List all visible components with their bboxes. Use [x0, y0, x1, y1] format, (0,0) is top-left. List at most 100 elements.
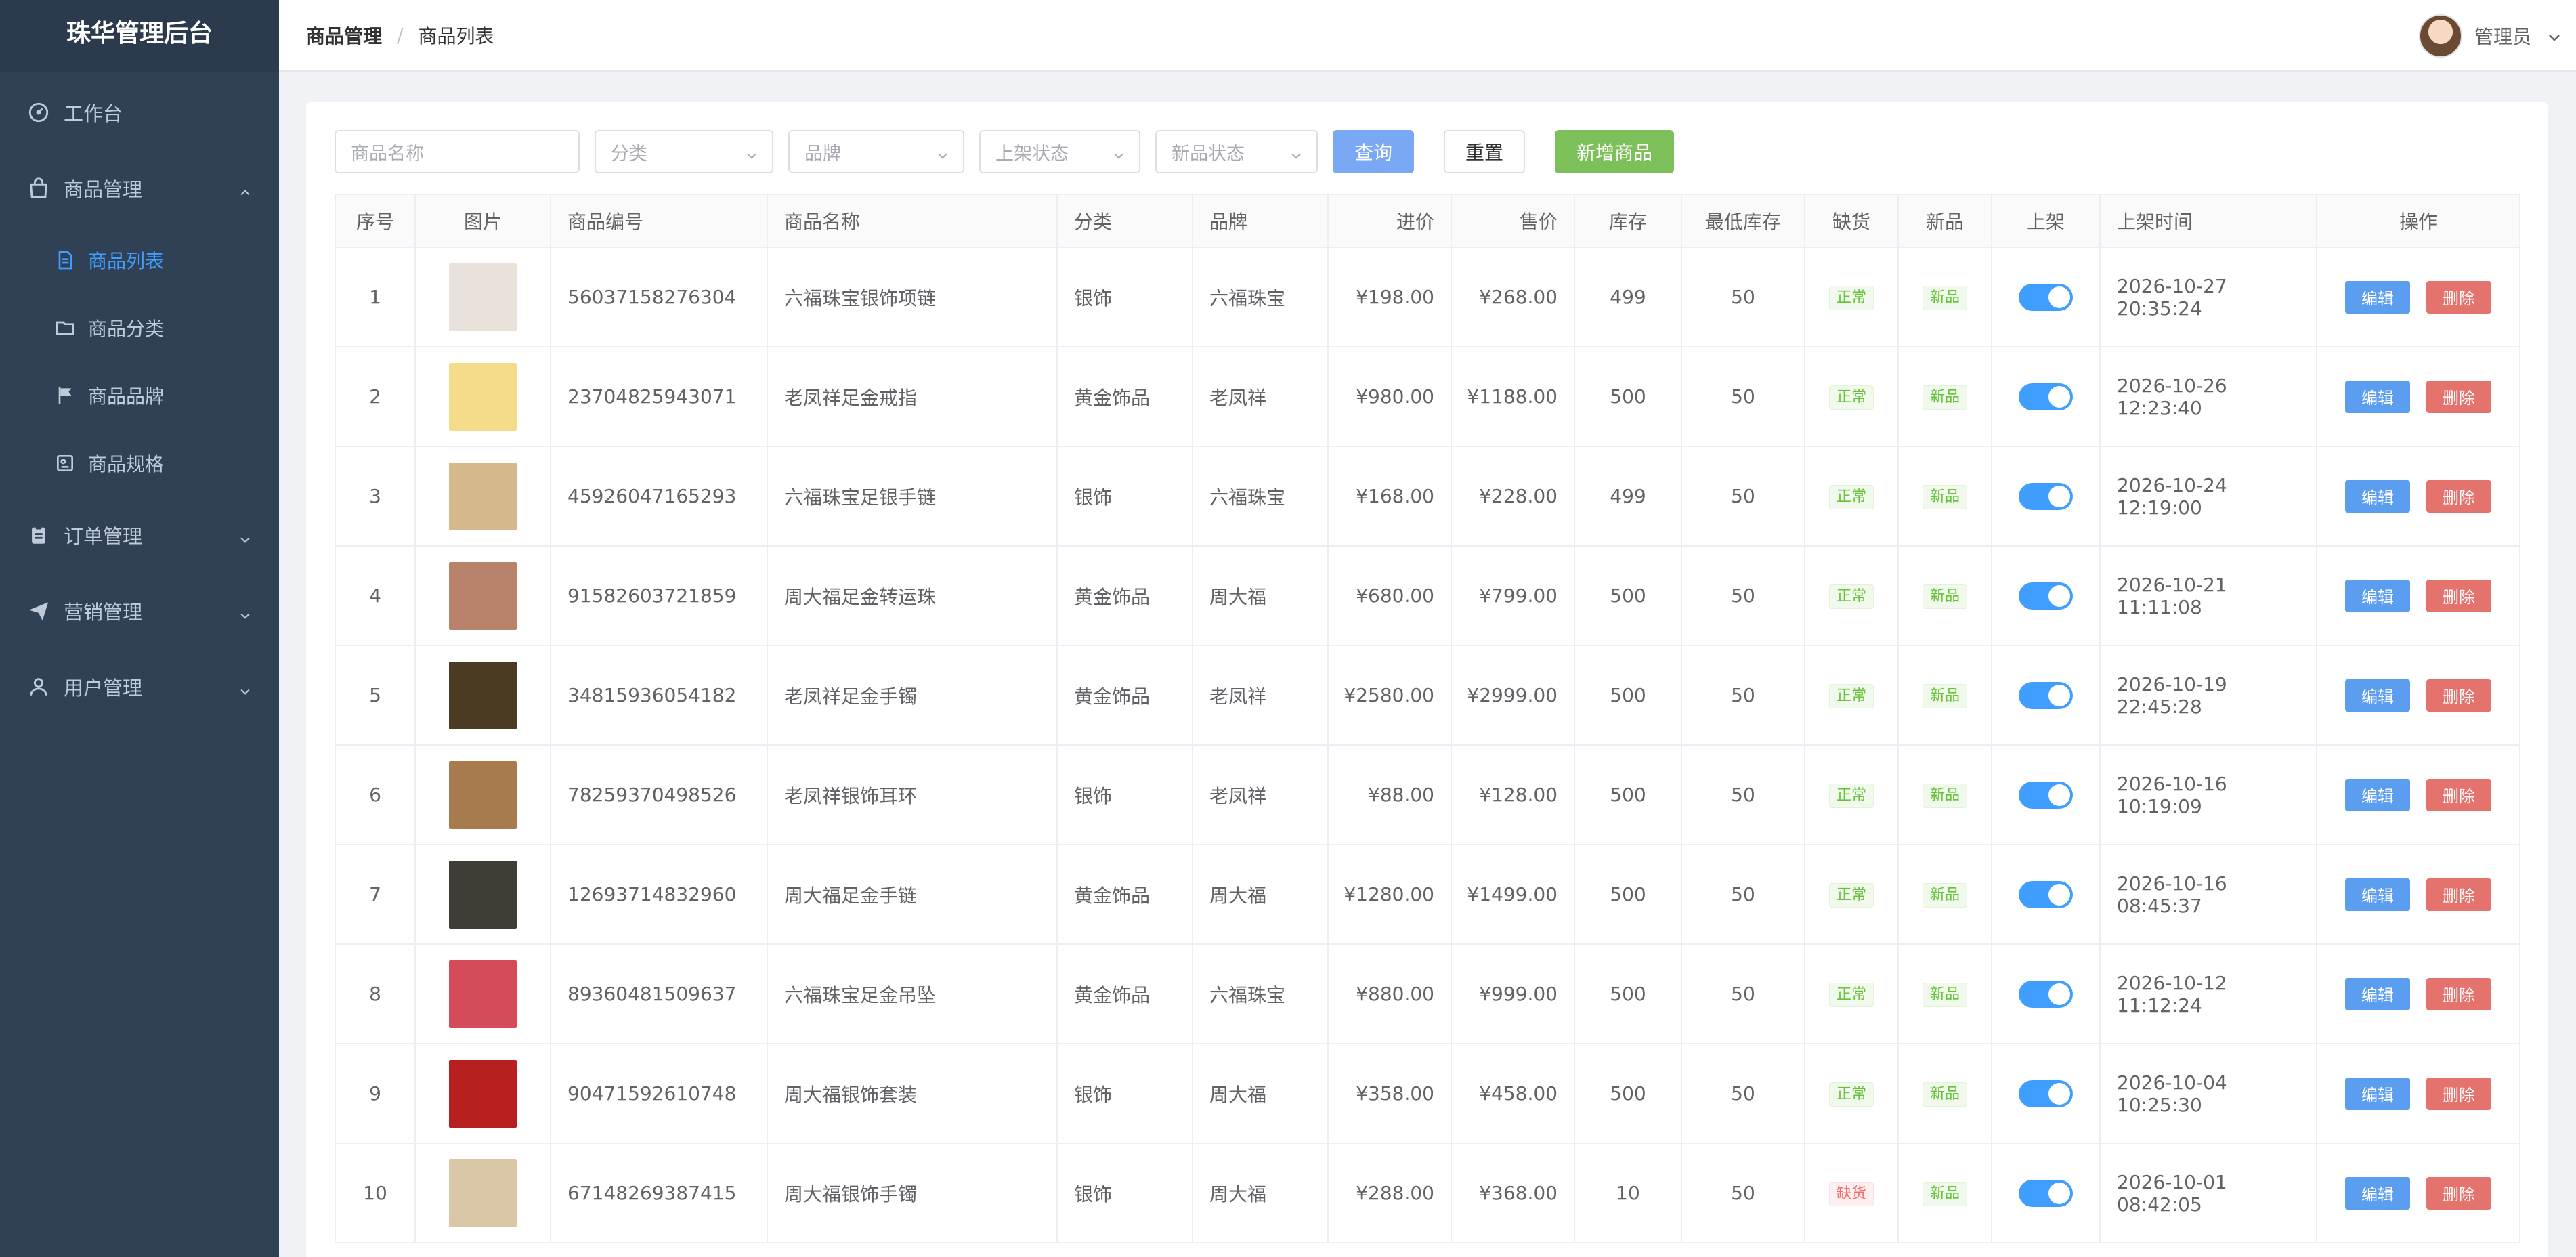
- product-thumbnail[interactable]: [449, 561, 517, 630]
- cell-cost: ¥198.00: [1327, 247, 1452, 347]
- sidebar-item-marketing-management[interactable]: 营销管理: [0, 573, 279, 649]
- cell-category: 黄金饰品: [1056, 545, 1193, 646]
- on-shelf-toggle[interactable]: [2019, 781, 2073, 809]
- user-icon: [27, 675, 50, 698]
- cell-price: ¥128.00: [1451, 744, 1575, 845]
- new-status-select[interactable]: 新品状态: [1155, 130, 1318, 173]
- product-thumbnail[interactable]: [449, 362, 517, 431]
- cell-actions: 编辑 删除: [2316, 645, 2520, 746]
- edit-button[interactable]: 编辑: [2345, 480, 2410, 513]
- chevron-down-icon: [1112, 146, 1125, 160]
- edit-button[interactable]: 编辑: [2345, 1176, 2410, 1210]
- user-menu[interactable]: 管理员: [2418, 0, 2562, 72]
- flag-icon: [54, 385, 76, 406]
- cell-no: 9: [335, 1043, 416, 1144]
- cell-new: 新品: [1897, 744, 1992, 845]
- product-thumbnail[interactable]: [449, 1059, 517, 1128]
- cell-time: 2026-10-16 08:45:37: [2099, 844, 2317, 945]
- cell-price: ¥458.00: [1451, 1043, 1575, 1144]
- delete-button[interactable]: 删除: [2426, 380, 2491, 413]
- on-shelf-toggle[interactable]: [2019, 482, 2073, 510]
- sidebar-item-product-management[interactable]: 商品管理: [0, 150, 279, 226]
- delete-button[interactable]: 删除: [2426, 1077, 2491, 1110]
- delete-button[interactable]: 删除: [2426, 878, 2491, 911]
- cell-min-stock: 50: [1681, 645, 1805, 746]
- product-name-input[interactable]: 商品名称: [335, 130, 580, 173]
- user-name[interactable]: 管理员: [2474, 22, 2531, 49]
- cell-on-shelf: [1991, 744, 2101, 845]
- reset-button[interactable]: 重置: [1444, 130, 1525, 173]
- chevron-down-icon[interactable]: [2546, 28, 2562, 44]
- shortage-tag: 正常: [1828, 683, 1874, 708]
- cell-stock: 10: [1574, 1143, 1682, 1243]
- delete-button[interactable]: 删除: [2426, 778, 2491, 811]
- product-thumbnail[interactable]: [449, 462, 517, 530]
- on-shelf-toggle[interactable]: [2019, 681, 2073, 709]
- delete-button[interactable]: 删除: [2426, 579, 2491, 612]
- sidebar-item-order-management[interactable]: 订单管理: [0, 497, 279, 573]
- on-shelf-toggle[interactable]: [2019, 980, 2073, 1008]
- cell-brand: 六福珠宝: [1192, 446, 1329, 547]
- sidebar-item-product-list[interactable]: 商品列表: [0, 226, 279, 294]
- product-thumbnail[interactable]: [449, 960, 517, 1028]
- cell-code: 45926047165293: [550, 446, 768, 547]
- edit-button[interactable]: 编辑: [2345, 977, 2410, 1010]
- delete-button[interactable]: 删除: [2426, 679, 2491, 712]
- product-thumbnail[interactable]: [449, 661, 517, 729]
- on-shelf-toggle[interactable]: [2019, 880, 2073, 908]
- table-body: 1 56037158276304 六福珠宝银饰项链 银饰 六福珠宝 ¥198.00 ¥268…: [335, 247, 2520, 1243]
- shortage-tag: 缺货: [1828, 1181, 1874, 1206]
- edit-button[interactable]: 编辑: [2345, 778, 2410, 811]
- category-select[interactable]: 分类: [595, 130, 773, 173]
- on-shelf-toggle[interactable]: [2019, 283, 2073, 311]
- edit-button[interactable]: 编辑: [2345, 579, 2410, 612]
- cell-stock: 499: [1574, 247, 1682, 347]
- cell-price: ¥799.00: [1451, 545, 1575, 646]
- sidebar-item-product-brand[interactable]: 商品品牌: [0, 362, 279, 429]
- cell-on-shelf: [1991, 346, 2101, 447]
- cell-no: 2: [335, 346, 416, 447]
- on-shelf-toggle[interactable]: [2019, 1179, 2073, 1207]
- cell-brand: 周大福: [1192, 1143, 1329, 1243]
- sidebar: 珠华管理后台 工作台 商品管理 商品列表 商品分类 商品品牌 商品规格 订单管理…: [0, 0, 279, 1257]
- cell-category: 银饰: [1056, 446, 1193, 547]
- delete-button[interactable]: 删除: [2426, 280, 2491, 314]
- sidebar-item-workbench[interactable]: 工作台: [0, 74, 279, 150]
- table-row: 2 23704825943071 老凤祥足金戒指 黄金饰品 老凤祥 ¥980.00 ¥118…: [335, 346, 2520, 447]
- delete-button[interactable]: 删除: [2426, 1176, 2491, 1210]
- add-product-button[interactable]: 新增商品: [1555, 130, 1674, 173]
- avatar[interactable]: [2418, 14, 2462, 58]
- filter-toolbar: 商品名称 分类 品牌 上架状态 新品状态 查询 重置 新增商品: [335, 130, 1674, 173]
- delete-button[interactable]: 删除: [2426, 480, 2491, 513]
- edit-button[interactable]: 编辑: [2345, 679, 2410, 712]
- cell-new: 新品: [1897, 545, 1992, 646]
- edit-button[interactable]: 编辑: [2345, 878, 2410, 911]
- table-row: 8 89360481509637 六福珠宝足金吊坠 黄金饰品 六福珠宝 ¥880.00 ¥9…: [335, 943, 2520, 1044]
- sidebar-item-product-spec[interactable]: 商品规格: [0, 429, 279, 497]
- cell-on-shelf: [1991, 446, 2101, 547]
- delete-button[interactable]: 删除: [2426, 977, 2491, 1010]
- app-title: 珠华管理后台: [0, 0, 279, 72]
- shelf-status-select[interactable]: 上架状态: [979, 130, 1140, 173]
- sidebar-item-product-category[interactable]: 商品分类: [0, 294, 279, 362]
- cell-stock: 499: [1574, 446, 1682, 547]
- brand-select[interactable]: 品牌: [788, 130, 964, 173]
- breadcrumb-item[interactable]: 商品管理: [306, 22, 382, 49]
- sidebar-item-user-management[interactable]: 用户管理: [0, 649, 279, 725]
- cell-brand: 周大福: [1192, 1043, 1329, 1144]
- edit-button[interactable]: 编辑: [2345, 1077, 2410, 1110]
- product-thumbnail[interactable]: [449, 860, 517, 929]
- edit-button[interactable]: 编辑: [2345, 280, 2410, 314]
- table-row: 10 67148269387415 周大福银饰手镯 银饰 周大福 ¥288.00 ¥368.…: [335, 1143, 2520, 1243]
- on-shelf-toggle[interactable]: [2019, 582, 2073, 610]
- cell-actions: 编辑 删除: [2316, 247, 2520, 347]
- cell-image: [414, 1043, 551, 1144]
- on-shelf-toggle[interactable]: [2019, 1080, 2073, 1107]
- sidebar-item-label: 用户管理: [64, 677, 143, 700]
- product-thumbnail[interactable]: [449, 1159, 517, 1227]
- product-thumbnail[interactable]: [449, 761, 517, 829]
- on-shelf-toggle[interactable]: [2019, 383, 2073, 410]
- query-button[interactable]: 查询: [1333, 130, 1414, 173]
- product-thumbnail[interactable]: [449, 263, 517, 331]
- edit-button[interactable]: 编辑: [2345, 380, 2410, 413]
